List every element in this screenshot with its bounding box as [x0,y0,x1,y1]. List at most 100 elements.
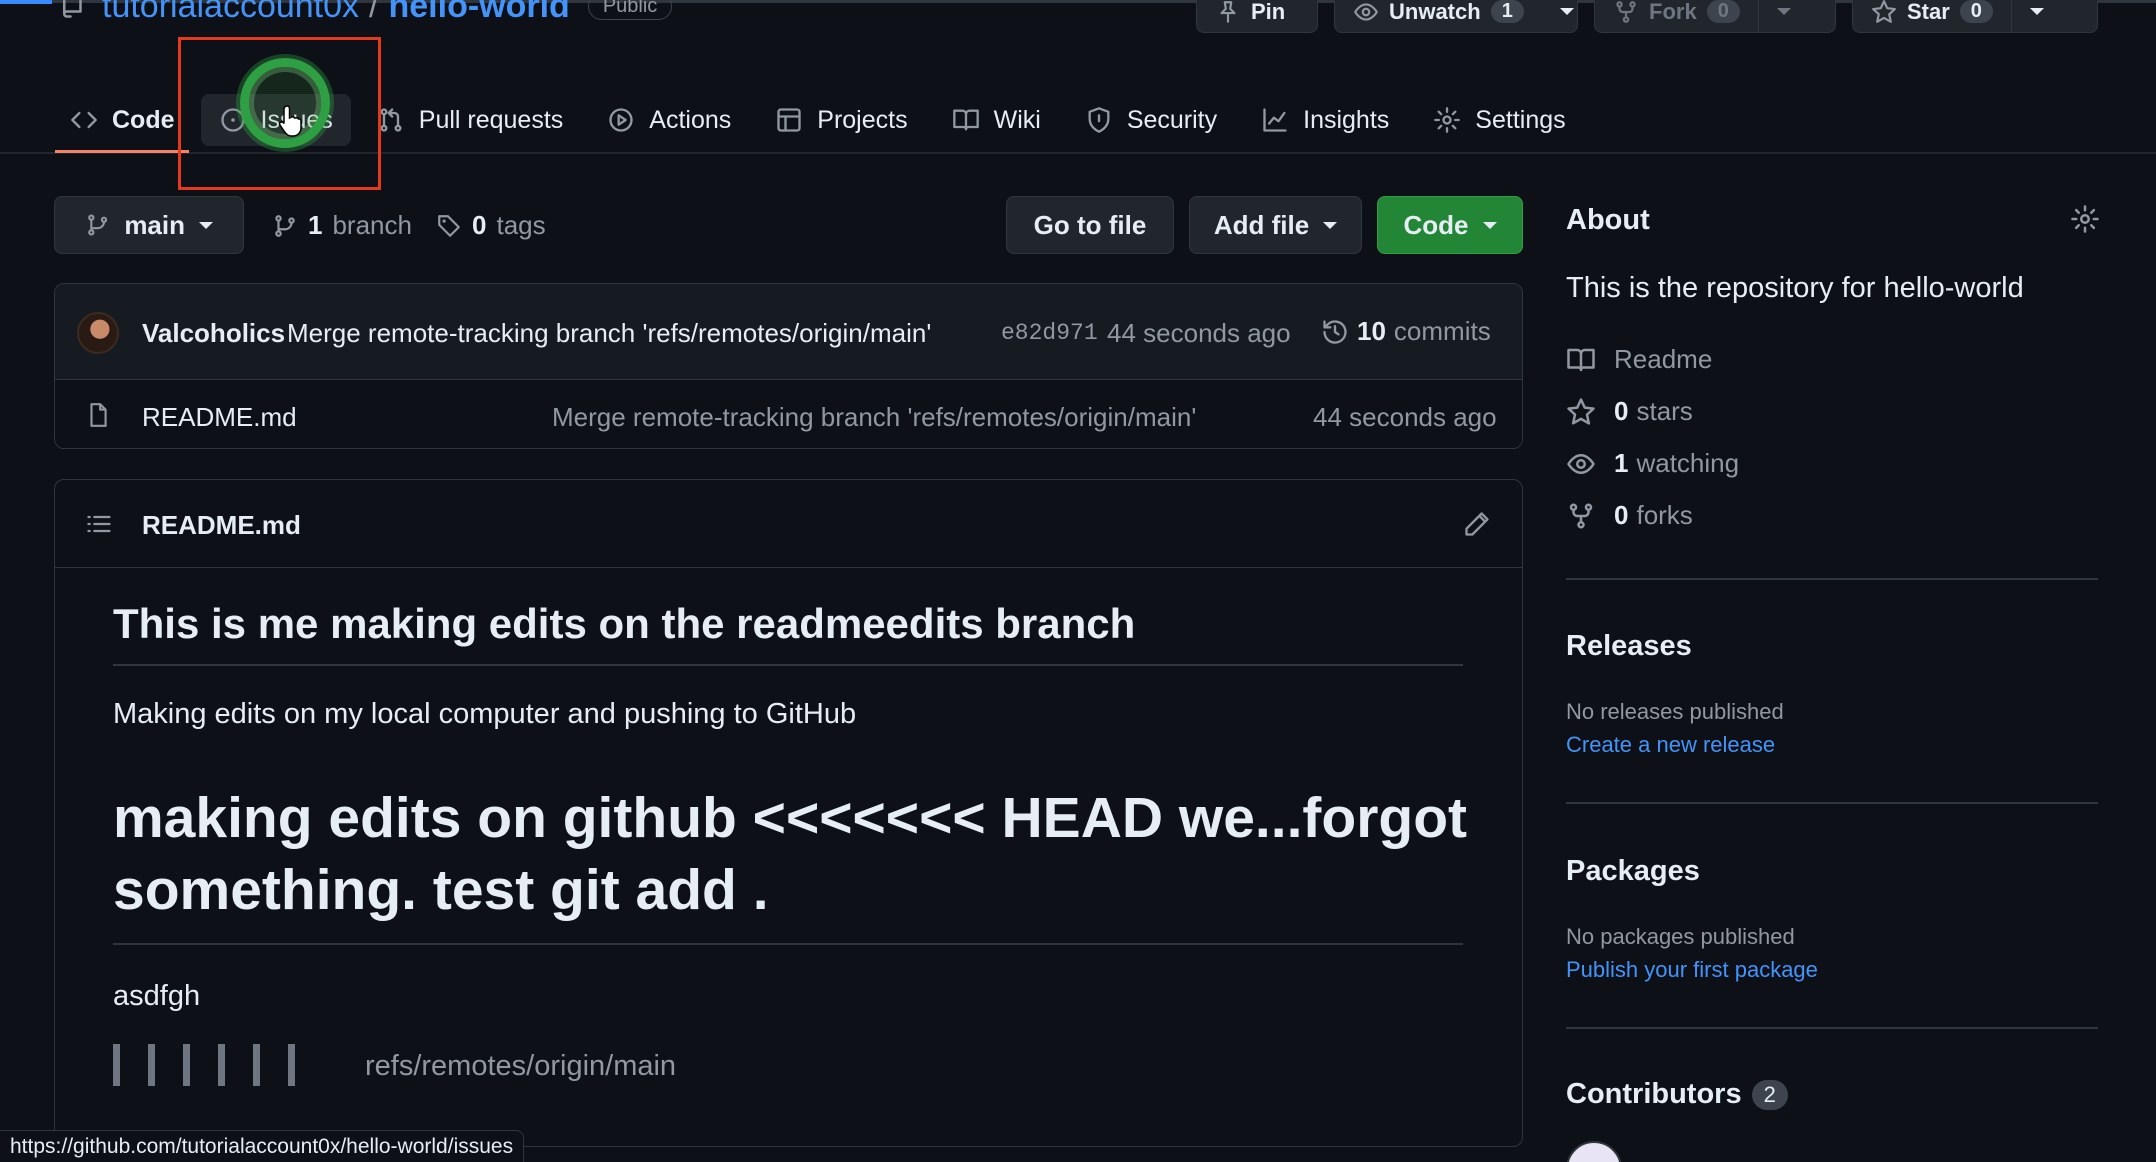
sidebar-divider [1566,578,2098,580]
tab-settings-label: Settings [1475,105,1566,134]
releases-title[interactable]: Releases [1566,630,1692,663]
branch-icon [275,214,295,237]
watching-count: 1 [1614,448,1629,478]
stars-link[interactable]: 0 stars [1566,396,1693,427]
sidebar-divider [1566,1027,2098,1029]
eye-icon [1567,453,1595,474]
tab-insights-label: Insights [1303,105,1390,134]
fork-icon [1569,503,1593,528]
tab-pull-requests[interactable]: Pull requests [359,94,582,146]
gear-icon[interactable] [2070,204,2100,234]
contributors-title[interactable]: Contributors 2 [1566,1078,1788,1111]
graph-icon [1263,108,1287,132]
unwatch-button[interactable]: Unwatch 1 [1334,0,1578,33]
visibility-badge: Public [587,0,673,20]
pin-label: Pin [1251,0,1286,24]
tab-insights[interactable]: Insights [1243,94,1407,146]
branch-count: 1 [308,210,323,240]
pin-button[interactable]: Pin [1196,0,1318,33]
fork-dropdown[interactable] [1759,0,1809,32]
publish-package-link[interactable]: Publish your first package [1566,957,1818,983]
tab-actions[interactable]: Actions [589,94,749,146]
tab-code[interactable]: Code [52,94,193,146]
repo-owner-link[interactable]: tutorialaccount0x [102,0,359,26]
star-dropdown[interactable] [2012,0,2062,32]
tab-code-label: Code [112,105,175,134]
readme-ref-text: refs/remotes/origin/main [365,1050,677,1082]
pencil-icon[interactable] [1463,510,1491,538]
repo-title: tutorialaccount0x / hello-world Public [58,0,673,26]
commits-link[interactable]: 10 commits [1321,316,1491,347]
chevron-down-icon [199,221,213,229]
repo-separator: / [369,0,379,25]
active-tab-indicator [55,150,189,153]
contributors-label: Contributors [1566,1078,1742,1110]
star-icon [1567,397,1595,425]
fork-button[interactable]: Fork 0 [1594,0,1836,33]
book-icon [952,109,979,131]
readme-heading: making edits on github <<<<<<< HEAD we..… [113,786,1468,922]
branch-count-label: branch [332,210,412,240]
tab-settings[interactable]: Settings [1415,94,1583,146]
hand-cursor-icon [278,105,302,137]
chevron-down-icon [1323,221,1338,229]
repo-name-link[interactable]: hello-world [389,0,570,26]
unwatch-count: 1 [1490,0,1524,23]
watching-link[interactable]: 1 watching [1566,448,1739,479]
star-button[interactable]: Star 0 [1852,0,2098,33]
go-to-file-label: Go to file [1033,209,1147,240]
star-label: Star [1907,0,1950,24]
branch-icon [88,214,108,236]
commit-message-link[interactable]: Merge remote-tracking branch 'refs/remot… [287,318,931,349]
readme-link-label: Readme [1614,344,1713,374]
list-icon[interactable] [85,510,113,538]
add-file-button[interactable]: Add file [1189,196,1362,254]
link-status-bar: https://github.com/tutorialaccount0x/hel… [0,1130,525,1162]
readme-panel: README.md This is me making edits on the… [54,479,1523,1147]
watching-label: watching [1636,448,1740,478]
tag-icon [438,214,460,237]
tag-count: 0 [472,210,487,240]
fork-label: Fork [1649,0,1697,24]
forks-count: 0 [1614,500,1629,530]
tab-wiki-label: Wiki [993,105,1041,134]
unwatch-dropdown[interactable] [1542,0,1592,32]
forks-label: forks [1636,500,1693,530]
repo-description: This is the repository for hello-world [1566,272,2024,304]
forks-link[interactable]: 0 forks [1566,500,1693,531]
commit-sha-link[interactable]: e82d971 [1001,320,1098,346]
commit-time: 44 seconds ago [1107,318,1291,348]
file-commit-time: 44 seconds ago [1313,402,1497,432]
file-commit-message-link[interactable]: Merge remote-tracking branch 'refs/remot… [552,402,1196,433]
create-release-link[interactable]: Create a new release [1566,732,1775,758]
stars-label: stars [1636,396,1693,426]
code-dropdown-button[interactable]: Code [1377,196,1523,254]
sidebar-divider [1566,802,2098,804]
tag-count-label: tags [496,210,546,240]
packages-title[interactable]: Packages [1566,855,1700,888]
heading-divider [113,664,1463,666]
code-icon [71,111,97,129]
tab-projects[interactable]: Projects [757,94,925,146]
table-row[interactable]: README.md Merge remote-tracking branch '… [55,380,1522,448]
chevron-down-icon [2030,8,2045,15]
tab-wiki[interactable]: Wiki [934,94,1059,146]
go-to-file-button[interactable]: Go to file [1006,196,1174,254]
branches-link[interactable]: 1 branch [272,210,412,241]
latest-commit-bar: Valcoholics Merge remote-tracking branch… [55,284,1522,380]
file-name-link[interactable]: README.md [142,402,297,433]
avatar[interactable] [77,312,119,354]
tab-security[interactable]: Security [1067,94,1235,146]
chevron-down-icon [1777,8,1792,15]
loading-bar [0,0,52,4]
avatar[interactable] [1566,1141,1622,1162]
branch-selector[interactable]: main [54,196,244,254]
play-icon [609,108,633,132]
commit-author-link[interactable]: Valcoholics [142,318,285,349]
releases-empty-text: No releases published [1566,699,1784,724]
tags-link[interactable]: 0 tags [436,210,546,241]
readme-header: README.md [55,480,1522,568]
readme-link[interactable]: Readme [1566,344,1712,375]
packages-empty-text: No packages published [1566,924,1795,949]
tab-projects-label: Projects [817,105,908,134]
